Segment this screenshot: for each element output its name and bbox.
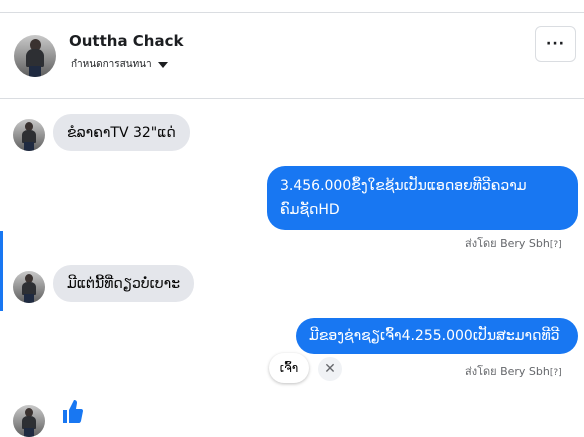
sent-by-mark: [?]	[549, 368, 562, 378]
thumbs-up-icon[interactable]	[61, 398, 83, 423]
sender-avatar[interactable]	[13, 119, 45, 151]
outgoing-message[interactable]: ມີຂອງຊ່າຊຽເຈົ້າ4.255.000ເປັນສະມາດທີວີ	[296, 318, 578, 354]
sent-by-text: ส่งโดย Bery Sbh	[465, 365, 550, 378]
outgoing-message[interactable]: 3.456.000ຂຶ້ງໃຂຊ້ນເປັນແອດອຍທີວີຄວາມ ຄົມຊ…	[267, 166, 578, 230]
more-options-button[interactable]: ···	[535, 26, 576, 62]
contact-avatar[interactable]	[14, 35, 56, 77]
conversation-settings-label: กำหนดการสนทนา	[71, 59, 152, 70]
active-indicator-bar	[0, 231, 3, 311]
conversation-settings-dropdown[interactable]: กำหนดการสนทนา	[71, 57, 168, 72]
outgoing-message-line: 3.456.000ຂຶ້ງໃຂຊ້ນເປັນແອດອຍທີວີຄວາມ	[280, 178, 527, 194]
sent-by-mark: [?]	[549, 240, 562, 250]
sender-avatar[interactable]	[13, 271, 45, 303]
sent-by-status: ส่งโดย Bery Sbh[?]	[465, 234, 562, 252]
conversation-header: Outtha Chack กำหนดการสนทนา ···	[0, 13, 584, 99]
close-icon[interactable]: ✕	[318, 357, 342, 381]
sent-by-status: ส่งโดย Bery Sbh[?]	[465, 362, 562, 380]
contact-name[interactable]: Outtha Chack	[69, 32, 183, 50]
outgoing-message-line: ຄົມຊັດHD	[280, 202, 340, 218]
incoming-message[interactable]: ມີແຕ່ນີ້ທີ່ດຽວບໍ່ເບາະ	[53, 265, 195, 302]
sender-avatar[interactable]	[13, 405, 45, 437]
caret-down-icon	[157, 61, 168, 68]
sent-by-text: ส่งโดย Bery Sbh	[465, 237, 550, 250]
incoming-message[interactable]: ຂໍລາຄາTV 32"ແດ່	[53, 114, 190, 151]
quick-reply-chip[interactable]: ເຈົ້າ	[269, 353, 309, 383]
window-top-edge	[0, 0, 584, 13]
more-options-icon: ···	[546, 36, 565, 52]
